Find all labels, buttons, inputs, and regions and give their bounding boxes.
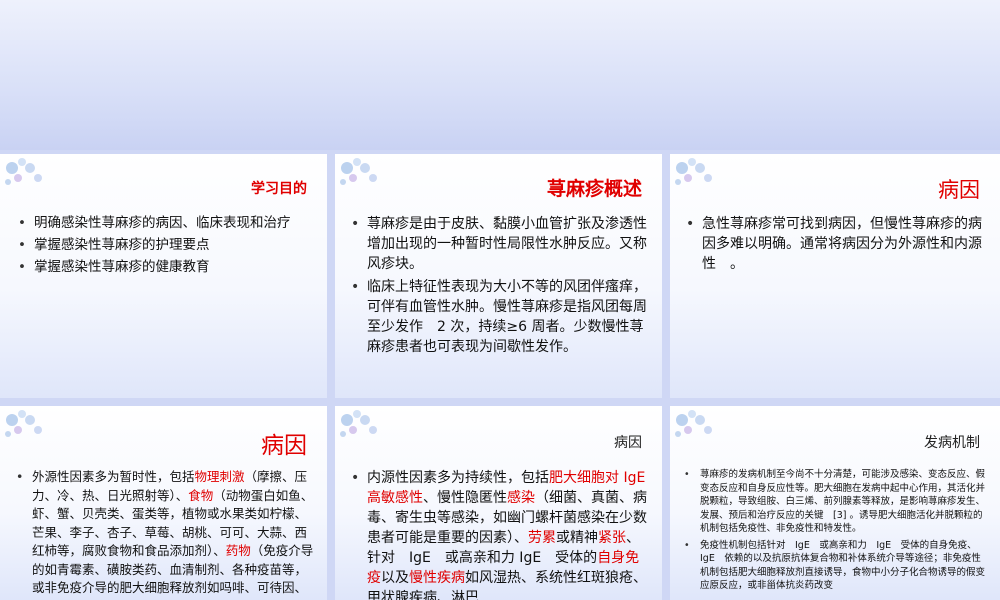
slide-title: 病因 (614, 435, 642, 451)
slide-thumbnail-3[interactable]: 病因 急性荨麻疹常可找到病因，但慢性荨麻疹的病因多难以明确。通常将病因分为外源性… (670, 154, 1000, 398)
highlight-text: 感染 (507, 490, 535, 506)
bullet-item: 临床上特征性表现为大小不等的风团伴瘙痒，可伴有血管性水肿。慢性荨麻疹是指风团每周… (351, 277, 647, 357)
bullet-item: 掌握感染性荨麻疹的健康教育 (18, 258, 314, 277)
slide-thumbnail-2[interactable]: 荨麻疹概述 荨麻疹是由于皮肤、黏膜小血管扩张及渗透性增加出现的一种暂时性局限性水… (335, 154, 662, 398)
bullet-list: 荨麻疹是由于皮肤、黏膜小血管扩张及渗透性增加出现的一种暂时性局限性水肿反应。又称… (351, 214, 647, 360)
slide-title: 病因 (938, 178, 980, 202)
bullet-list: 急性荨麻疹常可找到病因，但慢性荨麻疹的病因多难以明确。通常将病因分为外源性和内源… (686, 214, 986, 277)
bubble-decoration-icon (675, 158, 712, 185)
slide-thumbnail-5[interactable]: 病因 内源性因素多为持续性，包括肥大细胞对 IgE 高敏感性、慢性隐匿性感染（细… (335, 406, 662, 600)
top-band (0, 0, 1000, 150)
bubble-decoration-icon (5, 410, 42, 437)
slide-title: 发病机制 (924, 435, 980, 451)
bullet-item: 内源性因素多为持续性，包括肥大细胞对 IgE 高敏感性、慢性隐匿性感染（细菌、真… (351, 468, 649, 600)
bubble-decoration-icon (5, 158, 42, 185)
bullet-item: 免疫性机制包括针对 IgE 或高亲和力 IgE 受体的自身免疫、IgE 依赖的以… (684, 539, 986, 593)
slide-thumbnail-1[interactable]: 学习目的 明确感染性荨麻疹的病因、临床表现和治疗 掌握感染性荨麻疹的护理要点 掌… (0, 154, 327, 398)
slide-title: 荨麻疹概述 (546, 178, 642, 200)
slide-title: 病因 (261, 433, 307, 459)
bubble-decoration-icon (675, 410, 712, 437)
slide-thumbnail-4[interactable]: 病因 外源性因素多为暂时性，包括物理刺激（摩擦、压力、冷、热、日光照射等）、食物… (0, 406, 327, 600)
bullet-list: 内源性因素多为持续性，包括肥大细胞对 IgE 高敏感性、慢性隐匿性感染（细菌、真… (351, 468, 649, 600)
highlight-text: 慢性疾病 (409, 570, 465, 586)
slide-title: 学习目的 (251, 181, 307, 197)
bubble-decoration-icon (340, 410, 377, 437)
bullet-list: 外源性因素多为暂时性，包括物理刺激（摩擦、压力、冷、热、日光照射等）、食物（动物… (16, 468, 316, 600)
bullet-list: 荨麻疹的发病机制至今尚不十分清楚，可能涉及感染、变态反应、假变态反应和自身反应性… (684, 468, 986, 596)
highlight-text: 药物 (225, 543, 251, 558)
highlight-text: 物理刺激 (194, 469, 245, 484)
bullet-item: 荨麻疹的发病机制至今尚不十分清楚，可能涉及感染、变态反应、假变态反应和自身反应性… (684, 468, 986, 536)
highlight-text: 食物 (188, 487, 214, 503)
bullet-list: 明确感染性荨麻疹的病因、临床表现和治疗 掌握感染性荨麻疹的护理要点 掌握感染性荨… (18, 214, 314, 280)
bullet-item: 外源性因素多为暂时性，包括物理刺激（摩擦、压力、冷、热、日光照射等）、食物（动物… (16, 468, 316, 600)
bullet-item: 掌握感染性荨麻疹的护理要点 (18, 236, 314, 255)
bubble-decoration-icon (340, 158, 377, 185)
bullet-item: 急性荨麻疹常可找到病因，但慢性荨麻疹的病因多难以明确。通常将病因分为外源性和内源… (686, 214, 986, 274)
highlight-text: 劳累 (528, 530, 556, 546)
bullet-item: 明确感染性荨麻疹的病因、临床表现和治疗 (18, 214, 314, 233)
highlight-text: 紧张 (598, 530, 626, 546)
bullet-item: 荨麻疹是由于皮肤、黏膜小血管扩张及渗透性增加出现的一种暂时性局限性水肿反应。又称… (351, 214, 647, 274)
slide-thumbnail-6[interactable]: 发病机制 荨麻疹的发病机制至今尚不十分清楚，可能涉及感染、变态反应、假变态反应和… (670, 406, 1000, 600)
